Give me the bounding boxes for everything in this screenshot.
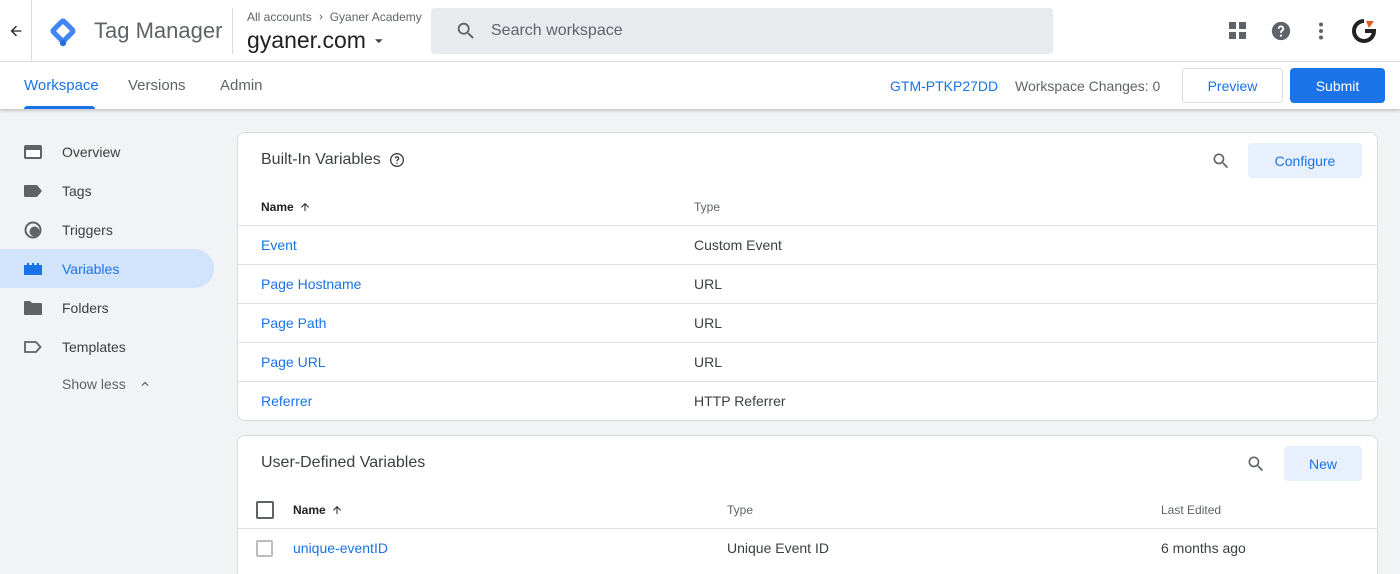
- table-row[interactable]: unique-eventID Unique Event ID 6 months …: [238, 528, 1377, 567]
- user-defined-variables-card: User-Defined Variables New Name Type Las…: [237, 435, 1378, 574]
- workspace-changes: Workspace Changes: 0: [1015, 78, 1161, 94]
- top-app-bar: Tag Manager All accounts Gyaner Academy …: [0, 0, 1400, 62]
- container-name: gyaner.com: [247, 27, 366, 53]
- more-vert-icon[interactable]: [1301, 11, 1341, 51]
- back-button[interactable]: [0, 0, 32, 62]
- help-icon[interactable]: [1261, 11, 1301, 51]
- avatar[interactable]: [1344, 11, 1384, 51]
- variable-type: Custom Event: [694, 237, 782, 253]
- column-header-label: Name: [293, 503, 326, 517]
- chevron-right-icon: [319, 14, 323, 20]
- sidebar-item-tags[interactable]: Tags: [0, 171, 214, 210]
- sidebar-item-label: Tags: [62, 182, 92, 199]
- sidebar-item-label: Variables: [62, 260, 120, 277]
- variable-name-link[interactable]: Page URL: [261, 354, 326, 370]
- active-tab-indicator: [24, 106, 95, 109]
- column-header-label: Name: [261, 200, 294, 214]
- trigger-icon: [24, 221, 42, 239]
- chevron-up-icon: [141, 381, 149, 386]
- search-icon[interactable]: [1246, 454, 1266, 474]
- show-less-toggle[interactable]: Show less: [62, 376, 152, 392]
- column-header-last-edited: Last Edited: [1161, 503, 1222, 517]
- configure-button[interactable]: Configure: [1248, 143, 1362, 178]
- sidebar-item-folders[interactable]: Folders: [0, 288, 214, 327]
- select-all-checkbox[interactable]: [256, 501, 274, 519]
- builtin-variables-card: Built-In Variables Configure Name Type E…: [237, 132, 1378, 421]
- template-icon: [24, 338, 42, 356]
- table-row[interactable]: Page URL URL: [238, 342, 1377, 381]
- search-icon: [455, 20, 477, 42]
- variable-type: Unique Event ID: [727, 540, 829, 556]
- table-row[interactable]: Page Hostname URL: [238, 264, 1377, 303]
- variable-name-link[interactable]: Event: [261, 237, 297, 253]
- search-bar[interactable]: [431, 8, 1053, 54]
- submit-button[interactable]: Submit: [1290, 68, 1385, 103]
- table-row[interactable]: Referrer HTTP Referrer: [238, 381, 1377, 420]
- column-header-type: Type: [727, 503, 754, 517]
- top-actions: [1218, 0, 1400, 62]
- dropdown-arrow-icon: [374, 38, 383, 43]
- help-outline-icon[interactable]: [389, 152, 405, 168]
- column-header-name[interactable]: Name: [293, 503, 343, 517]
- variable-type: URL: [694, 315, 723, 331]
- variable-type: HTTP Referrer: [694, 393, 786, 409]
- sort-arrow-up-icon: [300, 203, 309, 211]
- folder-icon: [24, 299, 42, 317]
- variables-icon: [24, 260, 42, 278]
- workspace-toolbar: Workspace Versions Admin GTM-PTKP27DD Wo…: [0, 62, 1400, 109]
- variable-name-link[interactable]: Page Hostname: [261, 276, 361, 292]
- show-less-label: Show less: [62, 376, 126, 392]
- tag-icon: [24, 182, 42, 200]
- product-name: Tag Manager: [94, 18, 223, 43]
- variable-name-link[interactable]: Page Path: [261, 315, 326, 331]
- container-id-link[interactable]: GTM-PTKP27DD: [890, 78, 998, 94]
- last-edited: 6 months ago: [1161, 540, 1246, 556]
- sort-arrow-up-icon: [332, 506, 341, 514]
- sidebar-item-triggers[interactable]: Triggers: [0, 210, 214, 249]
- sidebar-item-label: Triggers: [62, 221, 113, 238]
- variable-name-link[interactable]: Referrer: [261, 393, 312, 409]
- new-variable-button[interactable]: New: [1284, 446, 1362, 481]
- apps-icon[interactable]: [1218, 11, 1258, 51]
- table-row[interactable]: Event Custom Event: [238, 225, 1377, 264]
- overview-icon: [24, 143, 42, 161]
- breadcrumb-sub-account[interactable]: Gyaner Academy: [330, 10, 422, 24]
- arrow-back-icon: [10, 25, 21, 37]
- sidebar-item-templates[interactable]: Templates: [0, 327, 214, 366]
- table-row[interactable]: Page Path URL: [238, 303, 1377, 342]
- header-divider: [232, 8, 233, 54]
- variable-name-link[interactable]: unique-eventID: [293, 540, 388, 556]
- column-header-type: Type: [694, 200, 721, 214]
- tag-manager-logo: [50, 18, 76, 47]
- tab-admin[interactable]: Admin: [220, 62, 263, 109]
- variable-type: URL: [694, 276, 723, 292]
- builtin-variables-header: Built-In Variables: [261, 151, 405, 169]
- builtin-variables-title: Built-In Variables: [261, 151, 381, 168]
- sidebar-item-variables[interactable]: Variables: [0, 249, 214, 288]
- sidebar-item-overview[interactable]: Overview: [0, 132, 214, 171]
- tab-workspace[interactable]: Workspace: [24, 62, 99, 109]
- sidebar-item-label: Folders: [62, 299, 109, 316]
- breadcrumb-account[interactable]: All accounts: [247, 10, 312, 24]
- row-checkbox[interactable]: [256, 540, 273, 557]
- container-selector[interactable]: gyaner.com: [247, 27, 386, 54]
- user-defined-variables-title: User-Defined Variables: [261, 454, 426, 471]
- variable-type: URL: [694, 354, 723, 370]
- preview-button[interactable]: Preview: [1182, 68, 1283, 103]
- sidebar-item-label: Templates: [62, 338, 126, 355]
- column-header-name[interactable]: Name: [261, 200, 311, 214]
- search-input[interactable]: [491, 22, 1011, 40]
- sidebar-item-label: Overview: [62, 143, 121, 160]
- breadcrumb[interactable]: All accounts Gyaner Academy: [247, 10, 422, 24]
- search-icon[interactable]: [1211, 151, 1231, 171]
- tab-versions[interactable]: Versions: [128, 62, 186, 109]
